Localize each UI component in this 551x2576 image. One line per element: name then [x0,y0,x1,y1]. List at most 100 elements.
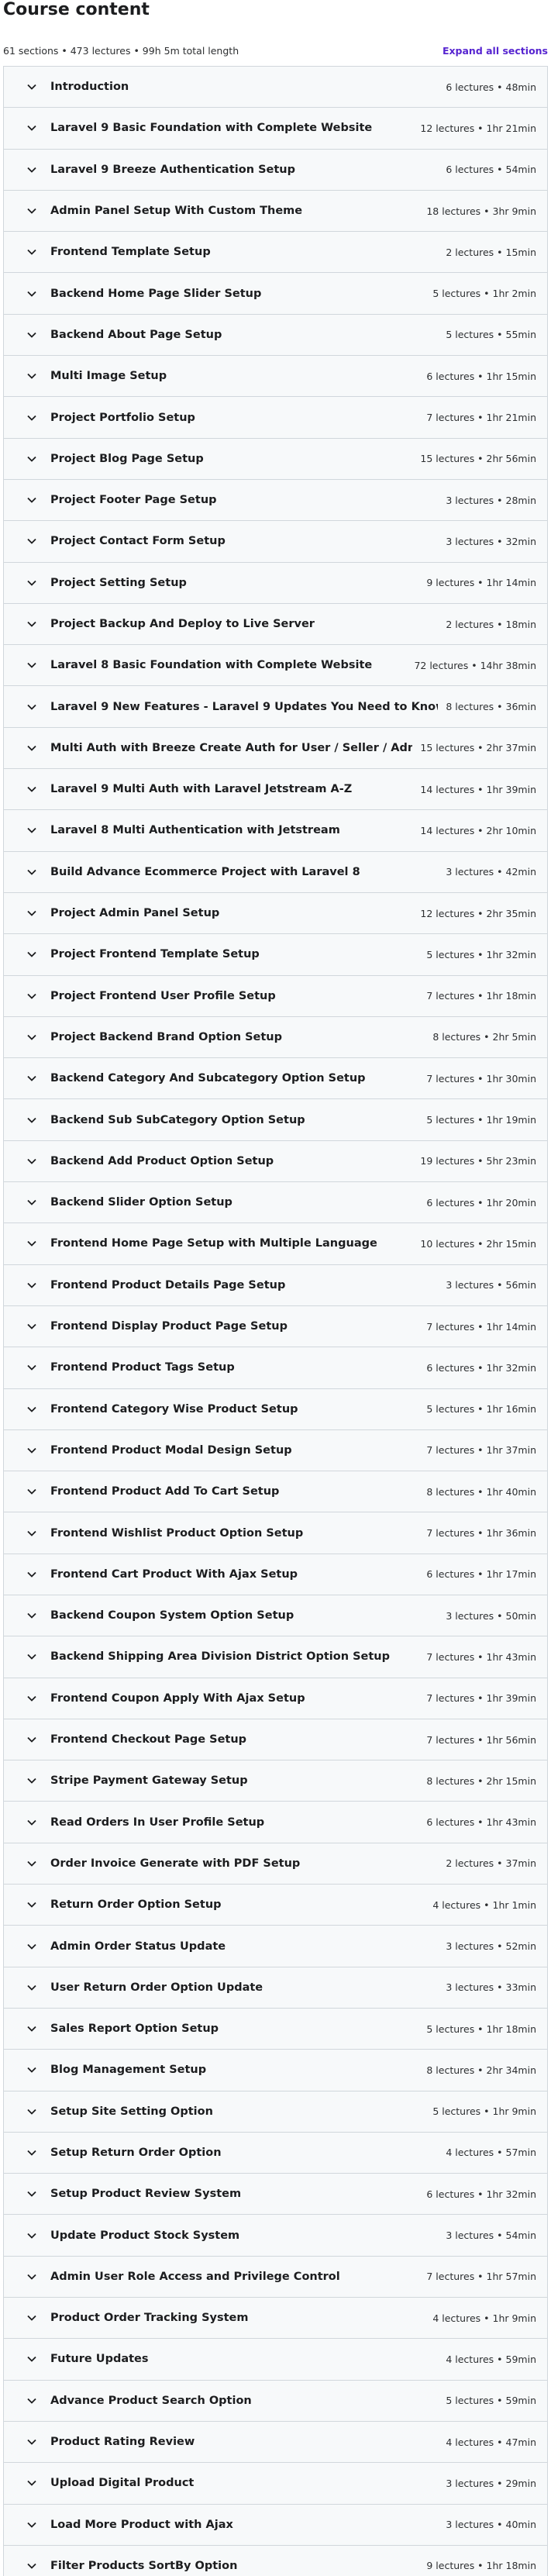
section-row[interactable]: Admin Order Status Update 3 lectures • 52… [4,1926,547,1967]
section-row[interactable]: Project Blog Page Setup 15 lectures • 2hr… [4,438,547,480]
section-meta: 6 lectures • 1hr 32min [426,1361,536,1374]
section-row[interactable]: Introduction 6 lectures • 48min [4,67,547,109]
section-title: Setup Product Review System [50,2188,242,2201]
chevron-down-icon [27,1859,36,1868]
chevron-down-icon [27,536,36,546]
section-row[interactable]: Laravel 9 New Features - Laravel 9 Updat… [4,686,547,728]
section-row[interactable]: Setup Product Review System 6 lectures • … [4,2174,547,2216]
section-row[interactable]: Project Contact Form Setup 3 lectures • 3… [4,521,547,563]
section-title: Multi Image Setup [50,370,167,383]
section-title: Project Backup And Deploy to Live Server [50,618,315,630]
section-title: Stripe Payment Gateway Setup [50,1774,248,1788]
section-row[interactable]: Product Order Tracking System 4 lectures … [4,2298,547,2340]
section-row[interactable]: Laravel 8 Multi Authentication with Jets… [4,810,547,852]
section-meta: 5 lectures • 1hr 18min [426,2023,536,2035]
section-row[interactable]: Return Order Option Setup 4 lectures • 1h… [4,1885,547,1926]
section-meta: 15 lectures • 2hr 37min [420,742,536,754]
section-row[interactable]: Multi Auth with Breeze Create Auth for U… [4,727,547,770]
section-row[interactable]: Backend Category And Subcategory Option … [4,1058,547,1100]
chevron-down-icon [27,950,36,959]
chevron-down-icon [27,247,36,257]
section-row[interactable]: Frontend Wishlist Product Option Setup 7 … [4,1512,547,1554]
section-row[interactable]: Advance Product Search Option 5 lectures … [4,2380,547,2422]
section-row[interactable]: Laravel 9 Breeze Authentication Setup 6 l… [4,149,547,191]
section-row[interactable]: Frontend Product Modal Design Setup 7 lec… [4,1429,547,1472]
section-row[interactable]: Admin User Role Access and Privilege Con… [4,2256,547,2298]
section-row[interactable]: Laravel 9 Multi Auth with Laravel Jetstr… [4,769,547,811]
section-row[interactable]: Frontend Product Details Page Setup 3 lec… [4,1264,547,1306]
section-row[interactable]: Blog Management Setup 8 lectures • 2hr 34… [4,2050,547,2091]
chevron-down-icon [27,1322,36,1331]
section-row[interactable]: Frontend Template Setup 2 lectures • 15mi… [4,232,547,274]
section-title: Project Blog Page Setup [50,452,204,465]
section-row[interactable]: Multi Image Setup 6 lectures • 1hr 15min [4,356,547,398]
section-title: Product Rating Review [50,2436,195,2449]
section-row[interactable]: Frontend Cart Product With Ajax Setup 6 l… [4,1554,547,1595]
chevron-down-icon [27,2561,36,2571]
section-meta: 5 lectures • 55min [446,329,536,341]
section-title: Product Order Tracking System [50,2312,249,2325]
section-row[interactable]: Setup Site Setting Option 5 lectures • 1h… [4,2091,547,2133]
section-row[interactable]: Frontend Coupon Apply With Ajax Setup 7 l… [4,1678,547,1719]
section-row[interactable]: Upload Digital Product 3 lectures • 29min [4,2463,547,2505]
section-row[interactable]: Load More Product with Ajax 3 lectures • … [4,2504,547,2546]
section-title: Sales Report Option Setup [50,2023,219,2036]
expand-all-button[interactable]: Expand all sections [443,45,548,57]
section-meta: 5 lectures • 1hr 2min [432,288,536,300]
section-meta: 3 lectures • 50min [446,1609,536,1622]
section-meta: 2 lectures • 15min [446,246,536,258]
section-row[interactable]: Frontend Category Wise Product Setup 5 le… [4,1388,547,1430]
section-row[interactable]: Backend Shipping Area Division District … [4,1636,547,1678]
section-title: Load More Product with Ajax [50,2518,233,2531]
section-row[interactable]: Project Footer Page Setup 3 lectures • 28… [4,479,547,522]
section-row[interactable]: Project Frontend Template Setup 5 lecture… [4,934,547,976]
section-row[interactable]: Laravel 8 Basic Foundation with Complete… [4,645,547,687]
chevron-down-icon [27,867,36,877]
section-title: Laravel 9 Breeze Authentication Setup [50,163,295,176]
section-row[interactable]: Project Backend Brand Option Setup 8 lect… [4,1016,547,1059]
section-title: Laravel 8 Multi Authentication with Jets… [50,824,340,837]
section-row[interactable]: Update Product Stock System 3 lectures • … [4,2215,547,2257]
section-row[interactable]: Admin Panel Setup With Custom Theme 18 le… [4,190,547,233]
section-title: Frontend Product Details Page Setup [50,1278,286,1291]
section-row[interactable]: Backend Home Page Slider Setup 5 lectures… [4,273,547,315]
section-row[interactable]: Backend About Page Setup 5 lectures • 55m… [4,314,547,357]
section-title: Project Backend Brand Option Setup [50,1030,282,1043]
section-title: Future Updates [50,2353,149,2366]
section-row[interactable]: Project Setting Setup 9 lectures • 1hr 14… [4,562,547,604]
section-row[interactable]: Frontend Home Page Setup with Multiple L… [4,1223,547,1265]
section-row[interactable]: Laravel 9 Basic Foundation with Complete… [4,108,547,150]
section-meta: 6 lectures • 1hr 15min [426,370,536,382]
section-title: Frontend Template Setup [50,246,211,259]
section-meta: 6 lectures • 1hr 17min [426,1568,536,1581]
section-row[interactable]: Build Advance Ecommerce Project with Lar… [4,851,547,893]
section-row[interactable]: User Return Order Option Update 3 lecture… [4,1967,547,2009]
chevron-down-icon [27,1405,36,1414]
section-meta: 5 lectures • 1hr 19min [426,1114,536,1126]
chevron-down-icon [27,991,36,1001]
section-row[interactable]: Stripe Payment Gateway Setup 8 lectures •… [4,1760,547,1802]
section-row[interactable]: Project Portfolio Setup 7 lectures • 1hr … [4,397,547,439]
section-row[interactable]: Order Invoice Generate with PDF Setup 2 l… [4,1843,547,1885]
section-row[interactable]: Backend Add Product Option Setup 19 lectu… [4,1140,547,1183]
section-row[interactable]: Setup Return Order Option 4 lectures • 57… [4,2132,547,2174]
section-row[interactable]: Backend Slider Option Setup 6 lectures • … [4,1182,547,1224]
section-meta: 7 lectures • 1hr 30min [426,1072,536,1085]
section-row[interactable]: Backend Sub SubCategory Option Setup 5 le… [4,1099,547,1141]
section-row[interactable]: Frontend Display Product Page Setup 7 lec… [4,1305,547,1348]
section-meta: 3 lectures • 32min [446,535,536,547]
section-row[interactable]: Filter Products SortBy Option 9 lectures … [4,2545,547,2576]
section-row[interactable]: Backend Coupon System Option Setup 3 lect… [4,1595,547,1637]
section-row[interactable]: Frontend Checkout Page Setup 7 lectures •… [4,1719,547,1761]
section-row[interactable]: Project Frontend User Profile Setup 7 lec… [4,975,547,1017]
section-row[interactable]: Read Orders In User Profile Setup 6 lectu… [4,1802,547,1843]
chevron-down-icon [27,413,36,422]
section-title: Admin User Role Access and Privilege Con… [50,2270,340,2283]
section-row[interactable]: Project Backup And Deploy to Live Server… [4,603,547,646]
section-row[interactable]: Frontend Product Tags Setup 6 lectures • … [4,1347,547,1389]
section-row[interactable]: Sales Report Option Setup 5 lectures • 1h… [4,2008,547,2050]
section-row[interactable]: Frontend Product Add To Cart Setup 8 lect… [4,1471,547,1513]
section-row[interactable]: Future Updates 4 lectures • 59min [4,2339,547,2381]
section-row[interactable]: Project Admin Panel Setup 12 lectures • 2… [4,892,547,935]
section-row[interactable]: Product Rating Review 4 lectures • 47min [4,2421,547,2464]
